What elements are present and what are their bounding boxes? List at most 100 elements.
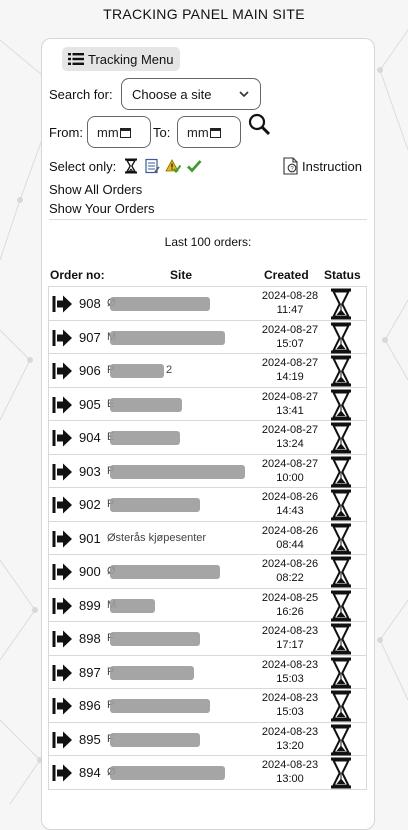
open-order-icon[interactable] bbox=[52, 596, 73, 616]
hourglass-icon bbox=[330, 556, 352, 588]
tracking-panel: Tracking Menu Search for: Choose a site … bbox=[41, 38, 375, 830]
table-row[interactable]: 908Ø2024-08-2811:47 bbox=[48, 287, 367, 321]
open-order-icon[interactable] bbox=[52, 730, 73, 750]
page-title: TRACKING PANEL MAIN SITE bbox=[103, 6, 305, 22]
search-icon[interactable] bbox=[247, 113, 271, 137]
created-datetime: 2024-08-23 13:20 bbox=[255, 725, 325, 753]
hourglass-icon bbox=[330, 690, 352, 722]
redacted-site-text bbox=[110, 498, 200, 512]
open-order-icon[interactable] bbox=[52, 462, 73, 482]
table-row[interactable]: 894Ø2024-08-2313:00 bbox=[48, 756, 367, 790]
created-datetime: 2024-08-26 14:43 bbox=[255, 490, 325, 518]
notepad-icon[interactable] bbox=[144, 158, 160, 174]
created-time: 08:44 bbox=[276, 538, 304, 551]
open-order-icon[interactable] bbox=[52, 428, 73, 448]
created-datetime: 2024-08-27 13:41 bbox=[255, 390, 325, 418]
order-number: 905 bbox=[79, 396, 101, 412]
table-row[interactable]: 896P2024-08-2315:03 bbox=[48, 689, 367, 723]
redacted-site-text bbox=[110, 632, 200, 646]
created-datetime: 2024-08-23 13:00 bbox=[255, 758, 325, 786]
checkmark-icon[interactable] bbox=[186, 158, 202, 174]
table-row[interactable]: 901 Østerås kjøpesenter 2024-08-26 08:44 bbox=[48, 521, 367, 555]
instruction-link[interactable]: ? Instruction bbox=[283, 157, 362, 175]
table-row[interactable]: 902P2024-08-2614:43 bbox=[48, 488, 367, 522]
created-date: 2024-08-27 bbox=[261, 323, 319, 336]
redacted-site-text bbox=[110, 598, 155, 613]
hourglass-icon bbox=[330, 456, 352, 488]
site-select[interactable]: Choose a site bbox=[121, 78, 261, 110]
redacted-site-text bbox=[110, 464, 245, 479]
status-filter-icons bbox=[123, 158, 202, 174]
created-time: 15:03 bbox=[276, 706, 304, 718]
hourglass-icon bbox=[330, 724, 352, 756]
created-date: 2024-08-26 bbox=[261, 558, 319, 570]
created-date: 2024-08-27 bbox=[261, 390, 319, 403]
redacted-site-text bbox=[110, 431, 180, 445]
date-from-input[interactable]: mm bbox=[87, 116, 151, 148]
order-number: 897 bbox=[79, 664, 101, 680]
header-site: Site bbox=[170, 268, 193, 282]
divider bbox=[49, 219, 367, 220]
open-order-icon[interactable] bbox=[52, 361, 73, 381]
order-number: 896 bbox=[79, 698, 101, 713]
table-row[interactable]: 907M2024-08-2715:07 bbox=[48, 320, 367, 354]
open-order-icon[interactable] bbox=[52, 763, 73, 783]
date-to-input[interactable]: mm bbox=[177, 116, 241, 148]
hourglass-icon[interactable] bbox=[123, 158, 139, 174]
site-select-value: Choose a site bbox=[132, 86, 212, 102]
created-date: 2024-08-27 bbox=[261, 424, 319, 436]
hourglass-icon bbox=[330, 355, 352, 387]
open-order-icon[interactable] bbox=[52, 629, 73, 649]
created-time: 08:22 bbox=[276, 572, 304, 584]
header-status: Status bbox=[324, 268, 361, 282]
redacted-site-text bbox=[110, 699, 210, 713]
open-order-icon[interactable] bbox=[52, 395, 73, 415]
warning-check-icon[interactable] bbox=[165, 158, 181, 174]
hourglass-icon bbox=[330, 389, 352, 421]
created-time: 17:17 bbox=[276, 639, 304, 651]
table-row[interactable]: 906P22024-08-2714:19 bbox=[48, 354, 367, 388]
order-number: 901 bbox=[79, 530, 101, 546]
open-order-icon[interactable] bbox=[52, 328, 73, 348]
created-time: 15:07 bbox=[276, 337, 304, 350]
open-order-icon[interactable] bbox=[52, 696, 73, 716]
show-your-orders-link[interactable]: Show Your Orders bbox=[49, 201, 155, 216]
open-order-icon[interactable] bbox=[52, 529, 73, 549]
redacted-site-text bbox=[110, 364, 164, 378]
created-datetime: 2024-08-25 16:26 bbox=[255, 591, 325, 619]
table-row[interactable]: 900Ø2024-08-2608:22 bbox=[48, 555, 367, 589]
table-row[interactable]: 903P2024-08-2710:00 bbox=[48, 454, 367, 488]
calendar-icon bbox=[119, 127, 131, 138]
from-label: From: bbox=[49, 125, 83, 140]
created-time: 13:24 bbox=[276, 438, 304, 450]
tracking-menu-button[interactable]: Tracking Menu bbox=[62, 47, 180, 71]
redacted-site-text bbox=[110, 330, 225, 345]
chevron-down-icon bbox=[239, 91, 249, 98]
created-datetime: 2024-08-27 13:24 bbox=[255, 423, 325, 451]
header-order-no: Order no: bbox=[50, 268, 105, 282]
to-label: To: bbox=[153, 125, 171, 140]
created-datetime: 2024-08-27 14:19 bbox=[255, 356, 325, 384]
table-row[interactable]: 904E2024-08-2713:24 bbox=[48, 421, 367, 455]
table-row[interactable]: 895F2024-08-2313:20 bbox=[48, 722, 367, 756]
table-row[interactable]: 905E2024-08-2713:41 bbox=[48, 387, 367, 421]
open-order-icon[interactable] bbox=[52, 562, 73, 582]
created-date: 2024-08-25 bbox=[261, 591, 319, 604]
last-orders-label: Last 100 orders: bbox=[164, 235, 252, 249]
calendar-icon bbox=[209, 127, 221, 138]
hourglass-icon bbox=[330, 623, 352, 655]
table-row[interactable]: 897P2024-08-2315:03 bbox=[48, 655, 367, 689]
created-time: 10:00 bbox=[276, 471, 304, 484]
open-order-icon[interactable] bbox=[52, 294, 73, 314]
order-number: 895 bbox=[79, 731, 101, 747]
table-row[interactable]: 899M2024-08-2516:26 bbox=[48, 588, 367, 622]
created-date: 2024-08-23 bbox=[261, 759, 319, 771]
order-number: 908 bbox=[79, 296, 101, 311]
hourglass-icon bbox=[330, 657, 352, 689]
open-order-icon[interactable] bbox=[52, 663, 73, 683]
redacted-site-text bbox=[110, 665, 194, 680]
table-row[interactable]: 898F2024-08-2317:17 bbox=[48, 622, 367, 656]
hourglass-icon bbox=[330, 422, 352, 454]
open-order-icon[interactable] bbox=[52, 495, 73, 515]
show-all-orders-link[interactable]: Show All Orders bbox=[49, 182, 142, 197]
